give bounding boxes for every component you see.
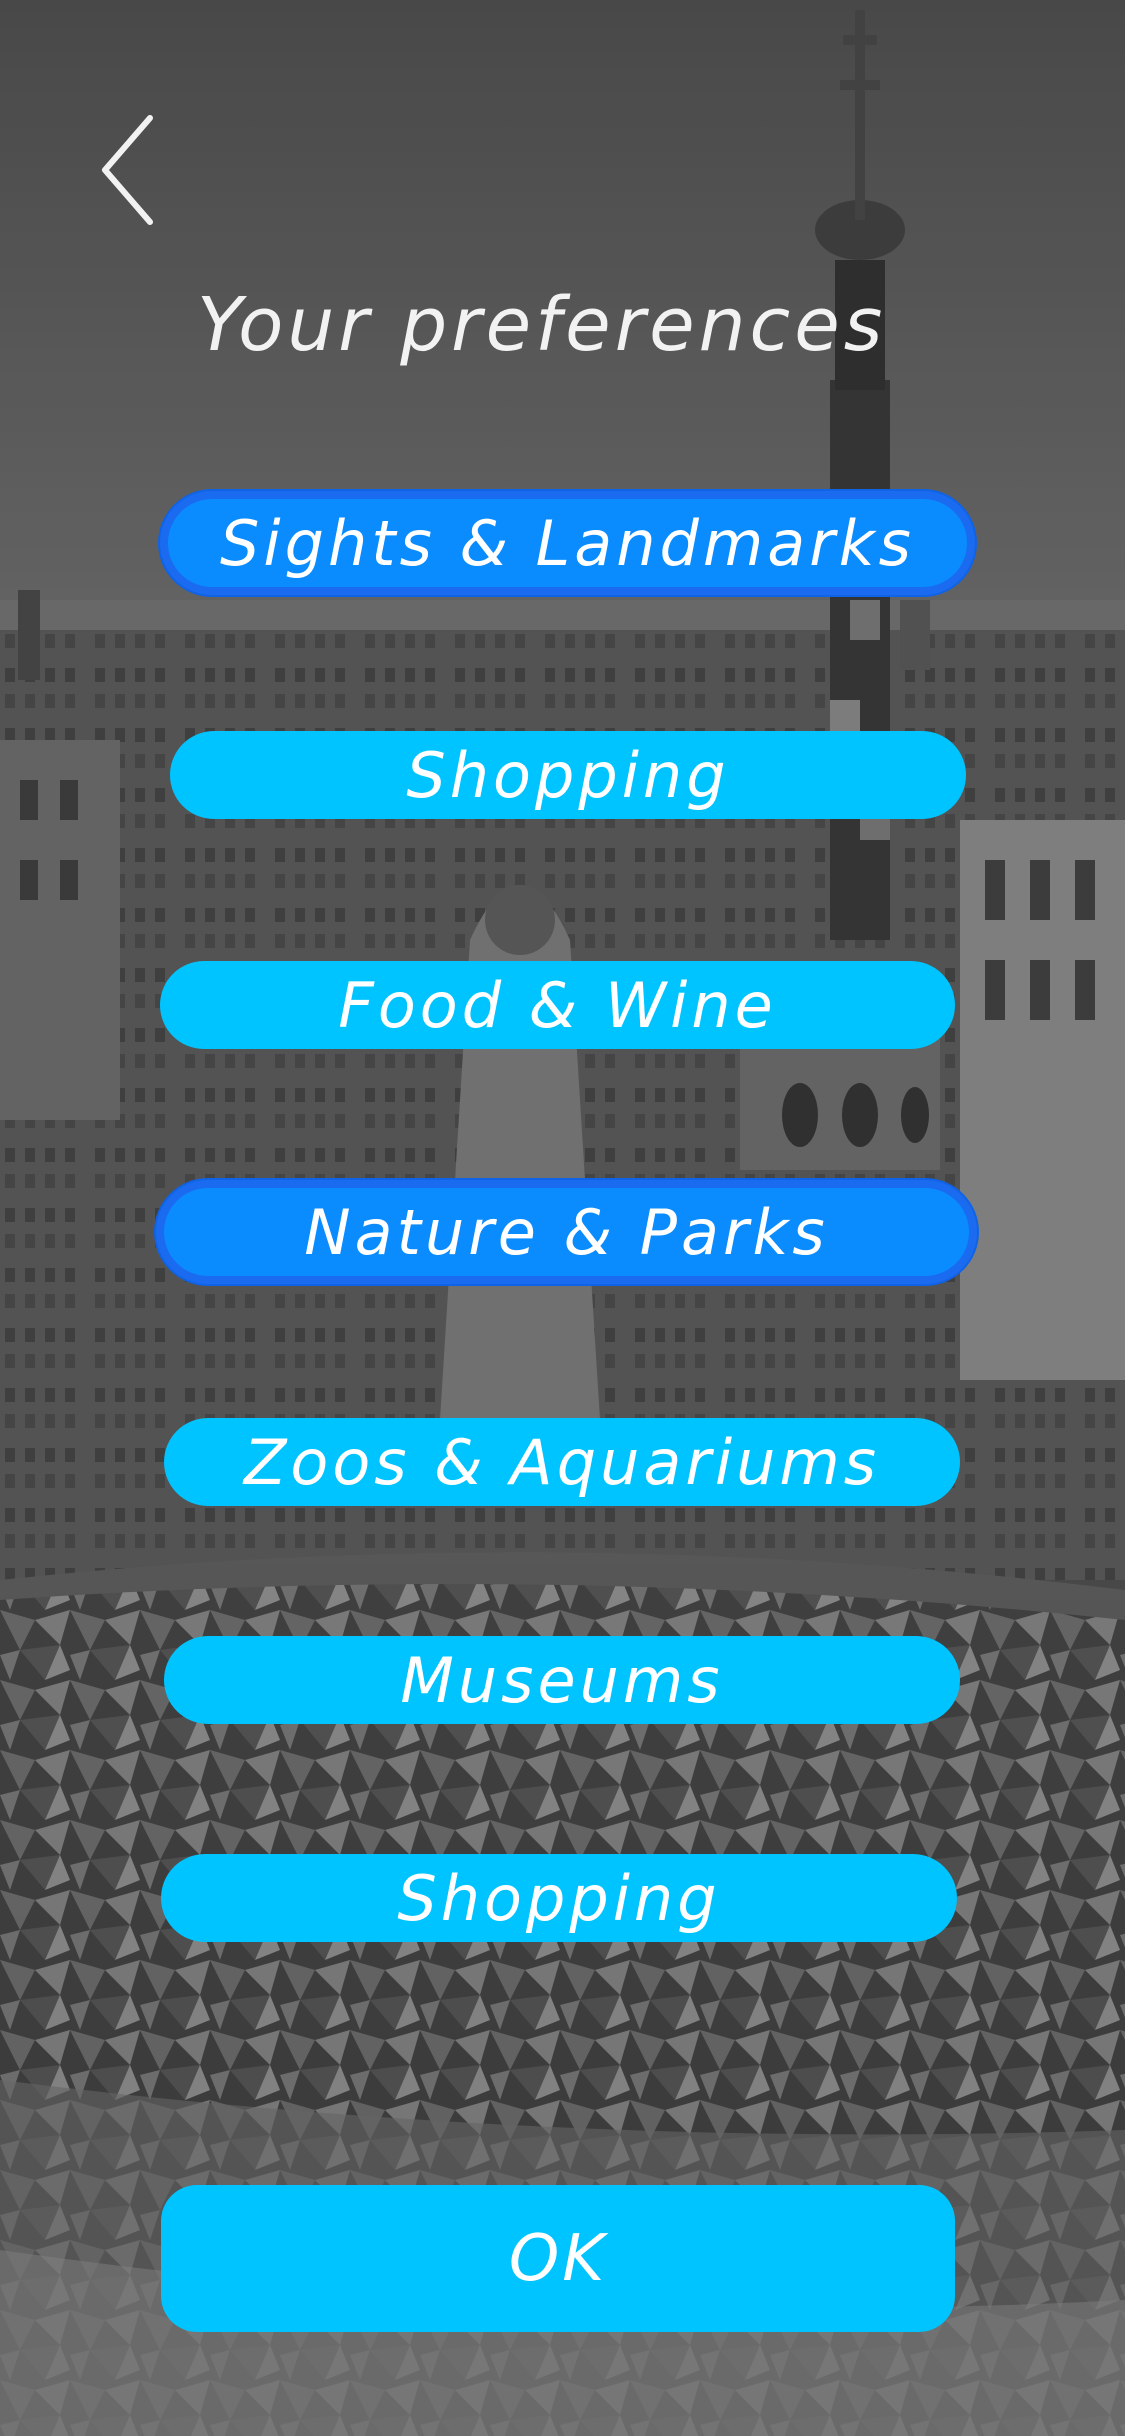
back-button[interactable] [95,110,165,230]
preference-shopping-button[interactable]: Shopping [170,731,966,819]
preference-label: Nature & Parks [304,1195,829,1269]
preference-food-wine-button[interactable]: Food & Wine [160,961,955,1049]
preference-sights-landmarks-button[interactable]: Sights & Landmarks [160,491,975,595]
preference-label: Sights & Landmarks [220,506,915,580]
preference-shopping-2-button[interactable]: Shopping [161,1854,957,1942]
preference-nature-parks-button[interactable]: Nature & Parks [156,1180,977,1284]
preference-label: Zoos & Aquariums [243,1425,881,1499]
preference-label: Shopping [397,1861,721,1935]
preference-label: Food & Wine [338,968,777,1042]
preference-label: Museums [400,1643,724,1717]
ok-button[interactable]: OK [161,2185,955,2332]
ok-button-label: OK [508,2221,608,2296]
preference-zoos-aquariums-button[interactable]: Zoos & Aquariums [164,1418,960,1506]
preference-museums-button[interactable]: Museums [164,1636,960,1724]
chevron-left-icon [102,115,153,225]
preference-label: Shopping [406,738,730,812]
page-title: Your preferences [197,282,887,368]
